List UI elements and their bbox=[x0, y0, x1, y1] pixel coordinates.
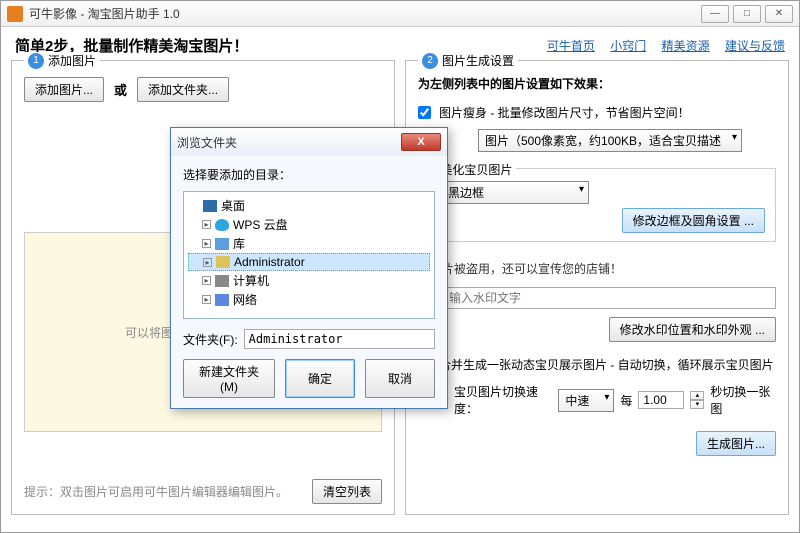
step-number-2: 2 bbox=[422, 53, 438, 69]
link-tips[interactable]: 小窍门 bbox=[610, 39, 646, 53]
slim-checkbox[interactable] bbox=[418, 106, 431, 119]
left-panel-title: 1 添加图片 bbox=[24, 52, 100, 69]
link-feedback[interactable]: 建议与反馈 bbox=[725, 39, 785, 53]
add-toolbar: 添加图片... 或 添加文件夹... bbox=[24, 77, 382, 102]
lib-icon bbox=[215, 238, 229, 250]
dialog-body: 选择要添加的目录： 桌面▸WPS 云盘▸库▸Administrator▸计算机▸… bbox=[171, 156, 447, 408]
ok-button[interactable]: 确定 bbox=[285, 359, 355, 398]
cloud-icon bbox=[215, 219, 229, 231]
tip-text: 提示：双击图片可启用可牛图片编辑器编辑图片。 bbox=[24, 483, 288, 500]
minimize-button[interactable]: — bbox=[701, 5, 729, 23]
left-bottom-row: 提示：双击图片可启用可牛图片编辑器编辑图片。 清空列表 bbox=[24, 479, 382, 504]
folder-tree[interactable]: 桌面▸WPS 云盘▸库▸Administrator▸计算机▸网络 bbox=[183, 191, 435, 319]
speed-combo[interactable]: 中速 bbox=[558, 389, 614, 412]
computer-icon bbox=[215, 275, 229, 287]
window-controls: — □ ✕ bbox=[697, 5, 793, 23]
path-row: 文件夹(F): bbox=[183, 329, 435, 349]
tree-item-label: 桌面 bbox=[221, 197, 245, 214]
slim-setting: 图片瘦身 - 批量修改图片尺寸，节省图片空间！ bbox=[418, 104, 776, 121]
desktop-icon bbox=[203, 200, 217, 212]
expander-icon[interactable]: ▸ bbox=[202, 220, 211, 229]
seconds-input[interactable] bbox=[638, 391, 684, 409]
maximize-button[interactable]: □ bbox=[733, 5, 761, 23]
watermark-input[interactable] bbox=[418, 287, 776, 309]
app-icon bbox=[7, 6, 23, 22]
merge-setting: 合并生成一张动态宝贝展示图片 - 自动切换，循环展示宝贝图片 bbox=[418, 356, 776, 373]
link-resources[interactable]: 精美资源 bbox=[662, 39, 710, 53]
expander-icon[interactable]: ▸ bbox=[202, 276, 211, 285]
expander-icon[interactable]: ▸ bbox=[203, 258, 212, 267]
dialog-prompt: 选择要添加的目录： bbox=[183, 166, 435, 183]
add-folder-button[interactable]: 添加文件夹... bbox=[137, 77, 229, 102]
right-panel: 2 图片生成设置 为左侧列表中的图片设置如下效果： 图片瘦身 - 批量修改图片尺… bbox=[405, 60, 789, 515]
tree-item-label: 库 bbox=[233, 235, 245, 252]
watermark-hint: 止图片被盗用，还可以宣传您的店铺！ bbox=[418, 260, 776, 277]
path-input[interactable] bbox=[244, 329, 435, 349]
slim-combo[interactable]: 图片（500像素宽，约100KB，适合宝贝描述 bbox=[478, 129, 742, 152]
tree-item-label: WPS 云盘 bbox=[233, 216, 288, 233]
step-number-1: 1 bbox=[28, 53, 44, 69]
tree-item-label: Administrator bbox=[234, 255, 305, 269]
expander-icon[interactable]: ▸ bbox=[202, 239, 211, 248]
browse-folder-dialog: 浏览文件夹 X 选择要添加的目录： 桌面▸WPS 云盘▸库▸Administra… bbox=[170, 127, 448, 409]
titlebar: 可牛影像 - 淘宝图片助手 1.0 — □ ✕ bbox=[1, 1, 799, 27]
tree-item-desktop[interactable]: 桌面 bbox=[188, 196, 430, 215]
seconds-spinner[interactable]: ▴▾ bbox=[690, 391, 704, 409]
tree-item-lib[interactable]: ▸库 bbox=[188, 234, 430, 253]
dialog-close-button[interactable]: X bbox=[401, 133, 441, 151]
dialog-titlebar: 浏览文件夹 X bbox=[171, 128, 447, 156]
expander-icon[interactable]: ▸ bbox=[202, 295, 211, 304]
beautify-option-row: 粗黑边框 bbox=[429, 181, 765, 204]
net-icon bbox=[215, 294, 229, 306]
beautify-group: - 美化宝贝图片 粗黑边框 修改边框及圆角设置 ... bbox=[418, 168, 776, 242]
dialog-title: 浏览文件夹 bbox=[177, 134, 401, 151]
border-settings-button[interactable]: 修改边框及圆角设置 ... bbox=[622, 208, 765, 233]
tree-item-computer[interactable]: ▸ 计算机 bbox=[188, 271, 430, 290]
new-folder-button[interactable]: 新建文件夹(M) bbox=[183, 359, 275, 398]
tree-item-cloud[interactable]: ▸ WPS 云盘 bbox=[188, 215, 430, 234]
close-button[interactable]: ✕ bbox=[765, 5, 793, 23]
tree-item-user[interactable]: ▸ Administrator bbox=[188, 253, 430, 271]
path-label: 文件夹(F): bbox=[183, 331, 238, 348]
generate-button[interactable]: 生成图片... bbox=[696, 431, 776, 456]
or-label: 或 bbox=[114, 80, 127, 99]
right-panel-title: 2 图片生成设置 bbox=[418, 52, 518, 69]
clear-list-button[interactable]: 清空列表 bbox=[312, 479, 382, 504]
settings-subtitle: 为左侧列表中的图片设置如下效果： bbox=[418, 75, 776, 92]
window-title: 可牛影像 - 淘宝图片助手 1.0 bbox=[29, 5, 697, 22]
beautify-combo[interactable]: 粗黑边框 bbox=[429, 181, 589, 204]
speed-row: 宝贝图片切换速度： 中速 每 ▴▾ 秒切换一张图 bbox=[418, 383, 776, 417]
header: 简单2步，批量制作精美淘宝图片！ 可牛首页 小窍门 精美资源 建议与反馈 bbox=[1, 27, 799, 60]
user-icon bbox=[216, 256, 230, 268]
link-home[interactable]: 可牛首页 bbox=[547, 39, 595, 53]
header-links: 可牛首页 小窍门 精美资源 建议与反馈 bbox=[535, 37, 785, 54]
watermark-settings-button[interactable]: 修改水印位置和水印外观 ... bbox=[609, 317, 776, 342]
cancel-button[interactable]: 取消 bbox=[365, 359, 435, 398]
add-images-button[interactable]: 添加图片... bbox=[24, 77, 104, 102]
tree-item-label: 计算机 bbox=[233, 272, 269, 289]
dialog-buttons: 新建文件夹(M) 确定 取消 bbox=[183, 359, 435, 398]
tree-item-net[interactable]: ▸ 网络 bbox=[188, 290, 430, 309]
tree-item-label: 网络 bbox=[233, 291, 257, 308]
slim-option-row: 图片（500像素宽，约100KB，适合宝贝描述 bbox=[418, 129, 776, 152]
